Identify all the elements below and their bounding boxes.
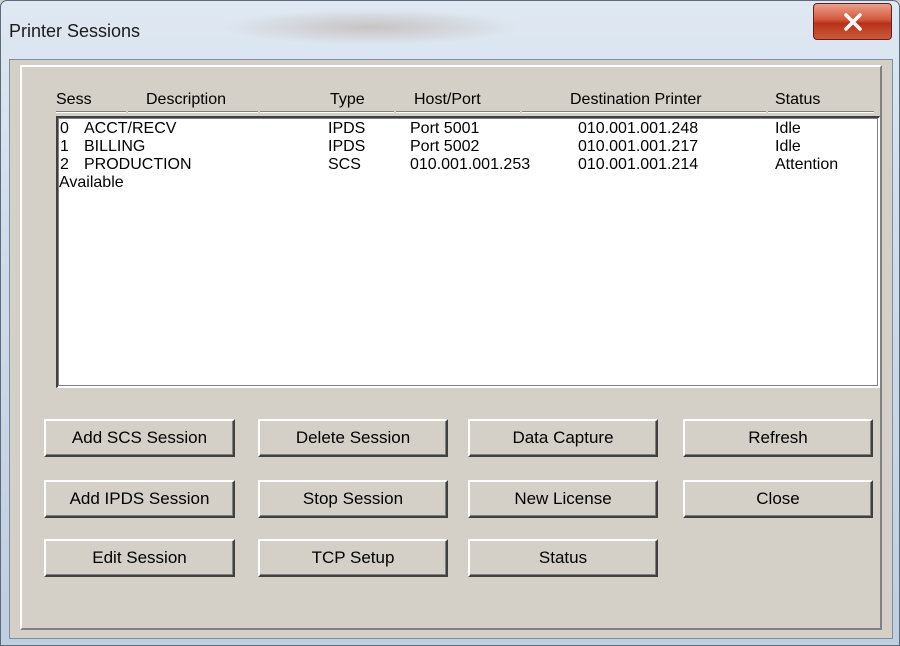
cell-description: BILLING [84, 138, 146, 155]
table-row[interactable]: 0 ACCT/RECV IPDS Port 5001 010.001.001.2… [58, 119, 879, 139]
column-header-host-port[interactable]: Host/Port [414, 90, 481, 110]
header-divider [768, 111, 874, 113]
cell-destination: 010.001.001.217 [578, 138, 699, 155]
cell-host-port: Port 5001 [410, 120, 480, 137]
title-bar-glass [221, 9, 521, 45]
data-capture-button[interactable]: Data Capture [468, 419, 658, 457]
cell-host-port: 010.001.001.253 [410, 156, 531, 173]
title-bar[interactable]: Printer Sessions [1, 1, 899, 59]
column-header-type[interactable]: Type [330, 90, 365, 110]
cell-sess: 1 [60, 138, 69, 155]
delete-session-button[interactable]: Delete Session [258, 419, 448, 457]
close-button[interactable]: Close [683, 480, 873, 518]
cell-sess: 2 [60, 156, 69, 173]
cell-status: Attention [775, 156, 839, 173]
add-ipds-session-button[interactable]: Add IPDS Session [44, 480, 235, 518]
add-scs-session-button[interactable]: Add SCS Session [44, 419, 235, 457]
dialog-client-area: Sess Description Type Host/Port Destinat… [9, 59, 893, 639]
cell-sess: 0 [60, 120, 69, 137]
cell-description: ACCT/RECV [84, 120, 177, 137]
header-divider [396, 111, 520, 113]
cell-destination: 010.001.001.214 [578, 156, 699, 173]
window-title: Printer Sessions [9, 21, 141, 41]
cell-type: SCS [328, 156, 361, 173]
header-divider [260, 111, 394, 113]
printer-sessions-window: Printer Sessions Sess Description Type H… [0, 0, 900, 646]
table-row[interactable]: 2 PRODUCTION SCS 010.001.001.253 010.001… [58, 155, 879, 175]
header-divider [128, 111, 258, 113]
status-button[interactable]: Status [468, 539, 658, 577]
tcp-setup-button[interactable]: TCP Setup [258, 539, 448, 577]
cell-status: Idle [775, 138, 801, 155]
edit-session-button[interactable]: Edit Session [44, 539, 235, 577]
header-divider [56, 111, 126, 113]
cell-status: Idle [775, 120, 801, 137]
refresh-button[interactable]: Refresh [683, 419, 873, 457]
cell-description: PRODUCTION [84, 156, 192, 173]
cell-host-port: Port 5002 [410, 138, 480, 155]
table-row[interactable]: 1 BILLING IPDS Port 5002 010.001.001.217… [58, 137, 879, 157]
new-license-button[interactable]: New License [468, 480, 658, 518]
list-item-available[interactable]: Available [58, 173, 879, 193]
sessions-list[interactable]: 0 ACCT/RECV IPDS Port 5001 010.001.001.2… [56, 116, 880, 388]
column-header-destination-printer[interactable]: Destination Printer [570, 90, 702, 110]
close-icon [843, 12, 862, 31]
close-window-button[interactable] [813, 3, 892, 40]
cell-destination: 010.001.001.248 [578, 120, 699, 137]
header-divider [522, 111, 766, 113]
cell-type: IPDS [328, 138, 366, 155]
cell-type: IPDS [328, 120, 366, 137]
column-header-sess[interactable]: Sess [56, 90, 92, 110]
column-header-description[interactable]: Description [146, 90, 226, 110]
available-label: Available [59, 174, 124, 191]
column-header-status[interactable]: Status [775, 90, 820, 110]
stop-session-button[interactable]: Stop Session [258, 480, 448, 518]
